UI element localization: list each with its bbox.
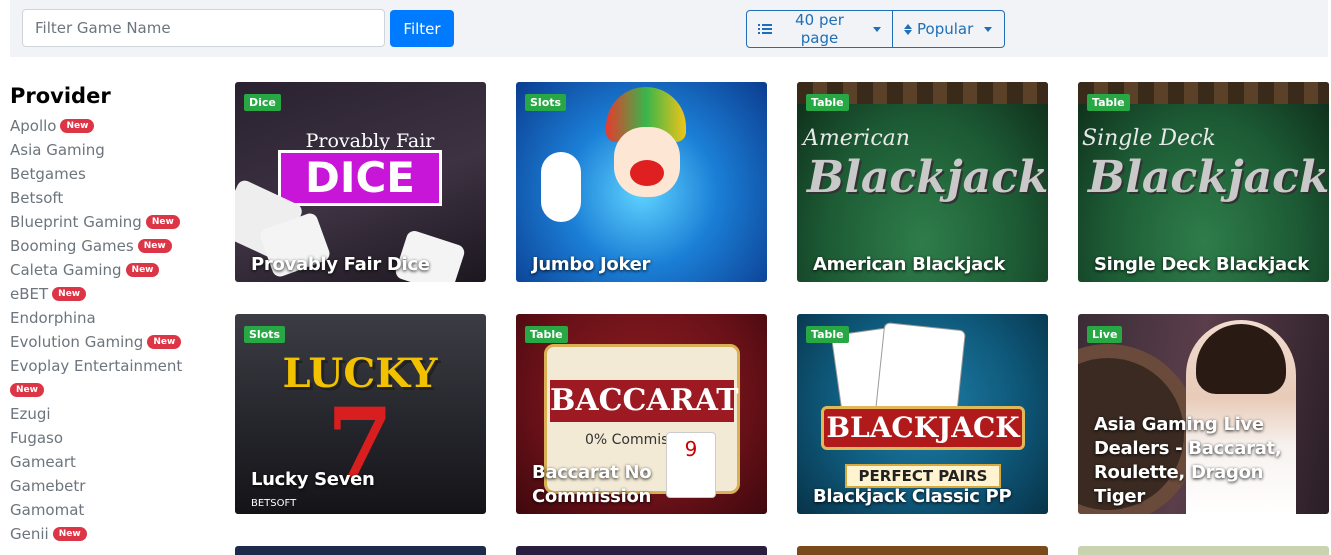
game-title: American Blackjack [813, 254, 1006, 275]
category-badge: Live [1087, 326, 1123, 343]
provider-item[interactable]: Blueprint Gaming New [10, 210, 210, 234]
provider-name: Betgames [10, 165, 86, 183]
game-card[interactable]: BLACKJACK PERFECT PAIRS Table Blackjack … [797, 314, 1048, 514]
new-badge: New [125, 263, 160, 277]
provider-item[interactable]: Caleta Gaming New [10, 258, 210, 282]
joker-hand-image [541, 152, 581, 222]
per-page-label: 40 per page [795, 11, 844, 47]
filter-button[interactable]: Filter [390, 10, 454, 47]
category-badge: Slots [244, 326, 286, 343]
category-badge: Slots [525, 94, 567, 111]
game-card[interactable]: Slots Jumbo Joker [516, 82, 767, 282]
provider-item[interactable]: Betgames [10, 162, 210, 186]
caret-down-icon [873, 26, 881, 32]
provider-name: Evolution Gaming [10, 333, 144, 351]
toolbar: Filter 40 per page Popular [10, 0, 1328, 57]
category-badge: Table [525, 326, 568, 343]
game-card[interactable] [797, 546, 1048, 555]
provider-name: Caleta Gaming [10, 261, 122, 279]
provider-item[interactable]: Fugaso [10, 426, 210, 450]
category-badge: Table [1087, 94, 1130, 111]
joker-nose-image [630, 160, 664, 186]
game-title: Lucky Seven [251, 469, 375, 490]
game-card[interactable] [235, 546, 486, 555]
card-art-text: DICE [281, 153, 439, 203]
game-card[interactable]: LUCKY 7 Slots Lucky Seven BETSOFT [235, 314, 486, 514]
category-badge: Table [806, 326, 849, 343]
game-title: Jumbo Joker [532, 254, 651, 275]
new-badge: New [137, 239, 172, 253]
game-card[interactable]: BACCARAT 0% Commission 9 Table Baccarat … [516, 314, 767, 514]
provider-name: Gamomat [10, 501, 85, 519]
sort-label: Popular [917, 20, 974, 38]
card-art-text: Blackjack [1088, 152, 1329, 203]
provider-name: Booming Games [10, 237, 134, 255]
card-art-text: BACCARAT [550, 380, 739, 422]
search-input[interactable] [22, 9, 385, 47]
game-card[interactable]: Live Asia Gaming Live Dealers - Baccarat… [1078, 314, 1329, 514]
provider-name: Betsoft [10, 189, 64, 207]
game-title: Asia Gaming Live Dealers - Baccarat, Rou… [1094, 414, 1282, 507]
game-title: Single Deck Blackjack [1094, 254, 1309, 275]
view-options: 40 per page Popular [746, 10, 1005, 48]
provider-item[interactable]: Ezugi [10, 402, 210, 426]
caret-down-icon [984, 26, 993, 32]
provider-list: Apollo New Asia Gaming Betgames Betsoft Bluep… [10, 114, 210, 546]
provider-item[interactable]: Gamomat [10, 498, 210, 522]
provider-name: Blueprint Gaming [10, 213, 142, 231]
card-art-text: American [803, 126, 910, 151]
sort-dropdown[interactable]: Popular [893, 10, 1005, 48]
provider-item[interactable]: Gamebetr [10, 474, 210, 498]
new-badge: New [52, 527, 87, 541]
provider-item[interactable]: Endorphina [10, 306, 210, 330]
game-title: Blackjack Classic PP [813, 486, 1012, 507]
provider-name: Endorphina [10, 309, 96, 327]
category-badge: Dice [244, 94, 281, 111]
game-title: Baccarat No Commission [532, 462, 652, 507]
game-card[interactable]: American Blackjack Table American Blackj… [797, 82, 1048, 282]
provider-item[interactable]: Evoplay Entertainment New [10, 354, 210, 402]
game-card[interactable]: Provably Fair DICE Dice Provably Fair Di… [235, 82, 486, 282]
new-badge: New [60, 119, 95, 133]
provider-item[interactable]: Gameart [10, 450, 210, 474]
provider-name: Fugaso [10, 429, 64, 447]
badge-row: New [10, 378, 210, 402]
provider-name: Apollo [10, 117, 57, 135]
game-card[interactable] [516, 546, 767, 555]
provider-sidebar: Provider Apollo New Asia Gaming Betgames Bet… [10, 84, 210, 546]
provider-name: Gamebetr [10, 477, 86, 495]
card-art-text: Single Deck [1082, 126, 1216, 151]
list-icon [758, 24, 772, 34]
card-art-text: BLACKJACK [821, 406, 1025, 450]
provider-item[interactable]: Asia Gaming [10, 138, 210, 162]
new-badge: New [147, 335, 182, 349]
card-art-frame: DICE [278, 150, 442, 206]
provider-heading: Provider [10, 84, 111, 108]
provider-item[interactable]: Betsoft [10, 186, 210, 210]
category-badge: Table [806, 94, 849, 111]
provider-name: Ezugi [10, 405, 51, 423]
new-badge: New [145, 215, 180, 229]
card-art-text: Provably Fair [305, 130, 435, 152]
provider-item[interactable]: Apollo New [10, 114, 210, 138]
provider-item[interactable]: Genii New [10, 522, 210, 546]
provider-item[interactable]: Booming Games New [10, 234, 210, 258]
provider-name: Gameart [10, 453, 76, 471]
provider-item[interactable]: eBET New [10, 282, 210, 306]
game-card[interactable] [1078, 546, 1329, 555]
sort-icon [904, 23, 912, 35]
provider-name: Asia Gaming [10, 141, 105, 159]
game-provider-label: BETSOFT [251, 498, 297, 509]
game-card[interactable]: Single Deck Blackjack Table Single Deck … [1078, 82, 1329, 282]
game-title: Provably Fair Dice [251, 254, 430, 275]
provider-name: eBET [10, 285, 49, 303]
card-art-text: Blackjack [807, 152, 1048, 203]
provider-name: Evoplay Entertainment [10, 357, 183, 375]
per-page-dropdown[interactable]: 40 per page [746, 10, 893, 48]
provider-name: Genii [10, 525, 49, 543]
provider-item[interactable]: Evolution Gaming New [10, 330, 210, 354]
new-badge: New [10, 383, 44, 397]
new-badge: New [52, 287, 87, 301]
